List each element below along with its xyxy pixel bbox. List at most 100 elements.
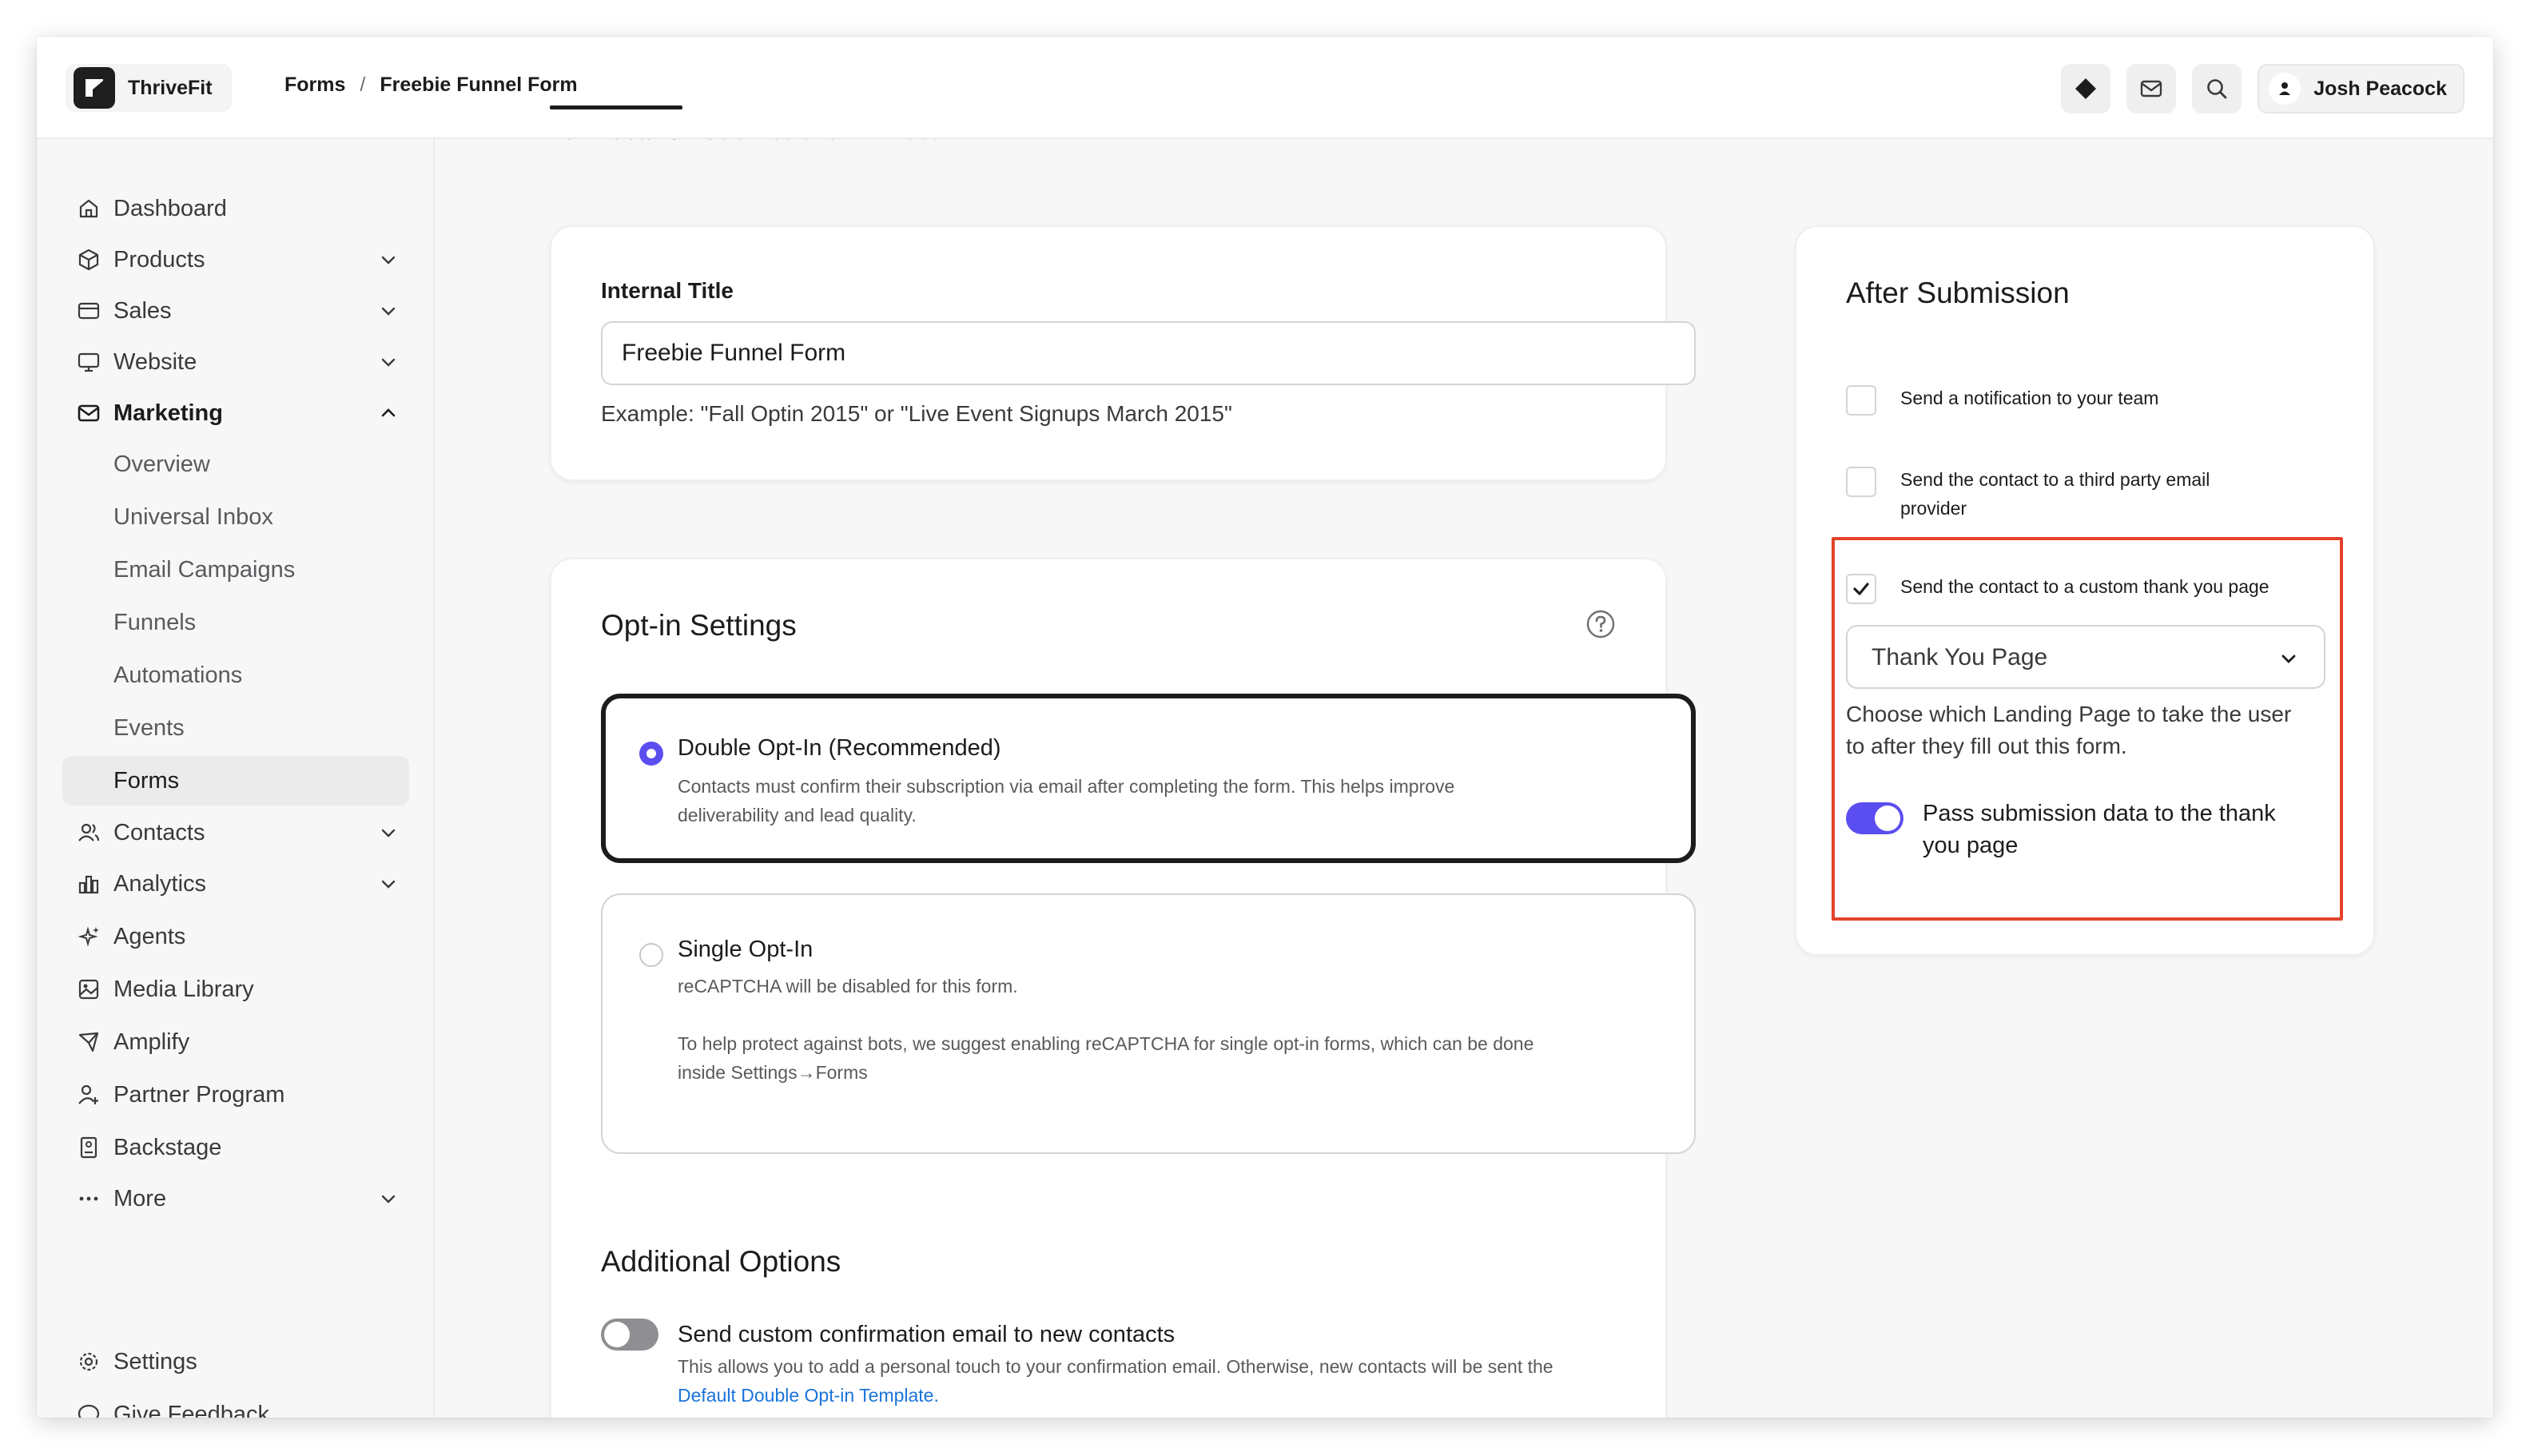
internal-title-card: Internal Title Freebie Funnel Form Examp… xyxy=(550,225,1696,481)
envelope-icon xyxy=(75,400,102,427)
search-button[interactable] xyxy=(2192,64,2242,113)
user-menu-button[interactable]: Josh Peacock xyxy=(2258,64,2464,113)
custom-confirmation-label: Send custom confirmation email to new co… xyxy=(678,1322,1175,1347)
sidebar-item-backstage[interactable]: Backstage xyxy=(62,1122,409,1173)
inbox-button[interactable] xyxy=(2126,64,2177,113)
sidebar-item-label: Amplify xyxy=(113,1028,190,1055)
sidebar-item-label: Website xyxy=(113,348,197,375)
additional-options-title: Additional Options xyxy=(601,1245,841,1278)
third-party-label-line-2: provider xyxy=(1900,498,1967,519)
sidebar-subitem-funnels[interactable]: Funnels xyxy=(62,598,409,647)
sidebar-subitem-label: Email Campaigns xyxy=(113,556,296,583)
breadcrumb: Forms / Freebie Funnel Form xyxy=(284,74,578,97)
image-icon xyxy=(75,976,102,1003)
avatar xyxy=(2269,73,2301,105)
sidebar-item-analytics[interactable]: Analytics xyxy=(62,858,409,909)
sidebar-subitem-label: Funnels xyxy=(113,609,197,635)
sidebar-subitem-forms[interactable]: Forms xyxy=(62,756,409,806)
double-optin-option[interactable]: Double Opt-In (Recommended) Contacts mus… xyxy=(601,694,1696,863)
sidebar-item-amplify[interactable]: Amplify xyxy=(62,1016,409,1068)
double-optin-radio[interactable] xyxy=(639,742,663,766)
sidebar-item-label: More xyxy=(113,1185,167,1211)
chevron-up-icon xyxy=(381,408,396,417)
sidebar-item-label: Contacts xyxy=(113,819,205,845)
sidebar-item-contacts[interactable]: Contacts xyxy=(62,807,409,858)
double-optin-title: Double Opt-In (Recommended) xyxy=(678,735,1001,761)
chevron-down-icon xyxy=(381,829,396,837)
sidebar-item-settings[interactable]: Settings xyxy=(62,1336,409,1387)
sidebar-item-media-library[interactable]: Media Library xyxy=(62,964,409,1015)
user-name: Josh Peacock xyxy=(2313,77,2447,100)
internal-title-input[interactable]: Freebie Funnel Form xyxy=(601,321,1696,385)
form-tabs: Form details Submissions Embed xyxy=(435,139,2493,213)
sidebar-item-more[interactable]: More xyxy=(62,1173,409,1224)
chevron-down-icon xyxy=(381,307,396,316)
sidebar-item-website[interactable]: Website xyxy=(62,336,409,388)
sidebar-subitem-overview[interactable]: Overview xyxy=(62,440,409,489)
cube-icon xyxy=(75,246,102,273)
single-optin-title: Single Opt-In xyxy=(678,937,813,962)
chevron-down-icon xyxy=(381,256,396,265)
tab-submissions[interactable]: Submissions xyxy=(702,139,838,145)
sidebar-item-label: Analytics xyxy=(113,870,207,897)
user-icon xyxy=(2279,82,2291,95)
default-template-link[interactable]: Default Double Opt-in Template. xyxy=(678,1381,939,1410)
sidebar-item-give-feedback[interactable]: Give Feedback xyxy=(62,1389,409,1418)
sidebar: Dashboard Products Sales Website Marketi… xyxy=(37,139,435,1418)
sidebar-item-label: Media Library xyxy=(113,976,254,1002)
highlight-annotation xyxy=(1832,537,2343,921)
sidebar-item-label: Agents xyxy=(113,923,186,949)
double-optin-desc-line-1: Contacts must confirm their subscription… xyxy=(678,776,1455,797)
sidebar-item-products[interactable]: Products xyxy=(62,234,409,285)
third-party-checkbox[interactable] xyxy=(1846,467,1876,497)
analytics-icon xyxy=(75,870,102,897)
mail-icon xyxy=(2141,80,2162,97)
workspace-switcher[interactable]: ThriveFit xyxy=(66,64,232,112)
sidebar-item-label: Products xyxy=(113,246,205,273)
sidebar-item-marketing[interactable]: Marketing xyxy=(62,388,409,439)
tab-form-details[interactable]: Form details xyxy=(548,139,680,145)
monitor-icon xyxy=(75,348,102,376)
chevron-down-icon xyxy=(381,358,396,367)
single-optin-desc: reCAPTCHA will be disabled for this form… xyxy=(678,976,1018,997)
sidebar-subitem-email-campaigns[interactable]: Email Campaigns xyxy=(62,545,409,595)
diamond-icon xyxy=(2075,78,2097,99)
sidebar-item-sales[interactable]: Sales xyxy=(62,285,409,336)
sidebar-subitem-universal-inbox[interactable]: Universal Inbox xyxy=(62,492,409,542)
internal-title-hint: Example: "Fall Optin 2015" or "Live Even… xyxy=(601,401,1232,426)
sidebar-item-label: Give Feedback xyxy=(113,1401,270,1418)
chevron-down-icon xyxy=(381,1195,396,1203)
credit-card-icon xyxy=(75,297,102,324)
single-optin-note-line-1: To help protect against bots, we suggest… xyxy=(678,1033,1534,1054)
active-tab-indicator xyxy=(550,105,682,109)
sidebar-item-dashboard[interactable]: Dashboard xyxy=(62,183,409,234)
sidebar-item-agents[interactable]: Agents xyxy=(62,911,409,962)
single-optin-option[interactable]: Single Opt-In reCAPTCHA will be disabled… xyxy=(601,893,1696,1154)
notify-team-checkbox[interactable] xyxy=(1846,385,1876,416)
top-bar: ThriveFit Forms / Freebie Funnel Form Jo… xyxy=(37,37,2493,139)
sidebar-subitem-label: Forms xyxy=(113,767,180,794)
breadcrumb-parent-link[interactable]: Forms xyxy=(284,74,345,97)
home-icon xyxy=(75,195,102,222)
sidebar-item-label: Marketing xyxy=(113,400,223,426)
sidebar-subitem-events[interactable]: Events xyxy=(62,703,409,753)
sidebar-subitem-automations[interactable]: Automations xyxy=(62,650,409,700)
contacts-icon xyxy=(75,819,102,846)
internal-title-label: Internal Title xyxy=(601,278,734,303)
sidebar-subitem-label: Universal Inbox xyxy=(113,503,273,530)
sparkle-icon xyxy=(75,923,102,950)
app-window: ThriveFit Forms / Freebie Funnel Form Jo… xyxy=(37,37,2493,1418)
single-optin-radio[interactable] xyxy=(639,943,663,967)
sidebar-subitem-label: Events xyxy=(113,714,185,741)
workspace-name: ThriveFit xyxy=(128,76,213,99)
help-icon[interactable] xyxy=(1585,609,1616,639)
breadcrumb-separator: / xyxy=(360,74,366,96)
upgrade-button[interactable] xyxy=(2061,64,2111,113)
sidebar-item-label: Sales xyxy=(113,297,172,324)
sidebar-item-partner-program[interactable]: Partner Program xyxy=(62,1069,409,1120)
double-optin-desc-line-2: deliverability and lead quality. xyxy=(678,805,917,825)
notify-team-label: Send a notification to your team xyxy=(1900,388,2159,408)
search-icon xyxy=(2207,79,2227,99)
tab-embed[interactable]: Embed xyxy=(867,139,943,145)
custom-confirmation-toggle[interactable] xyxy=(601,1319,658,1351)
